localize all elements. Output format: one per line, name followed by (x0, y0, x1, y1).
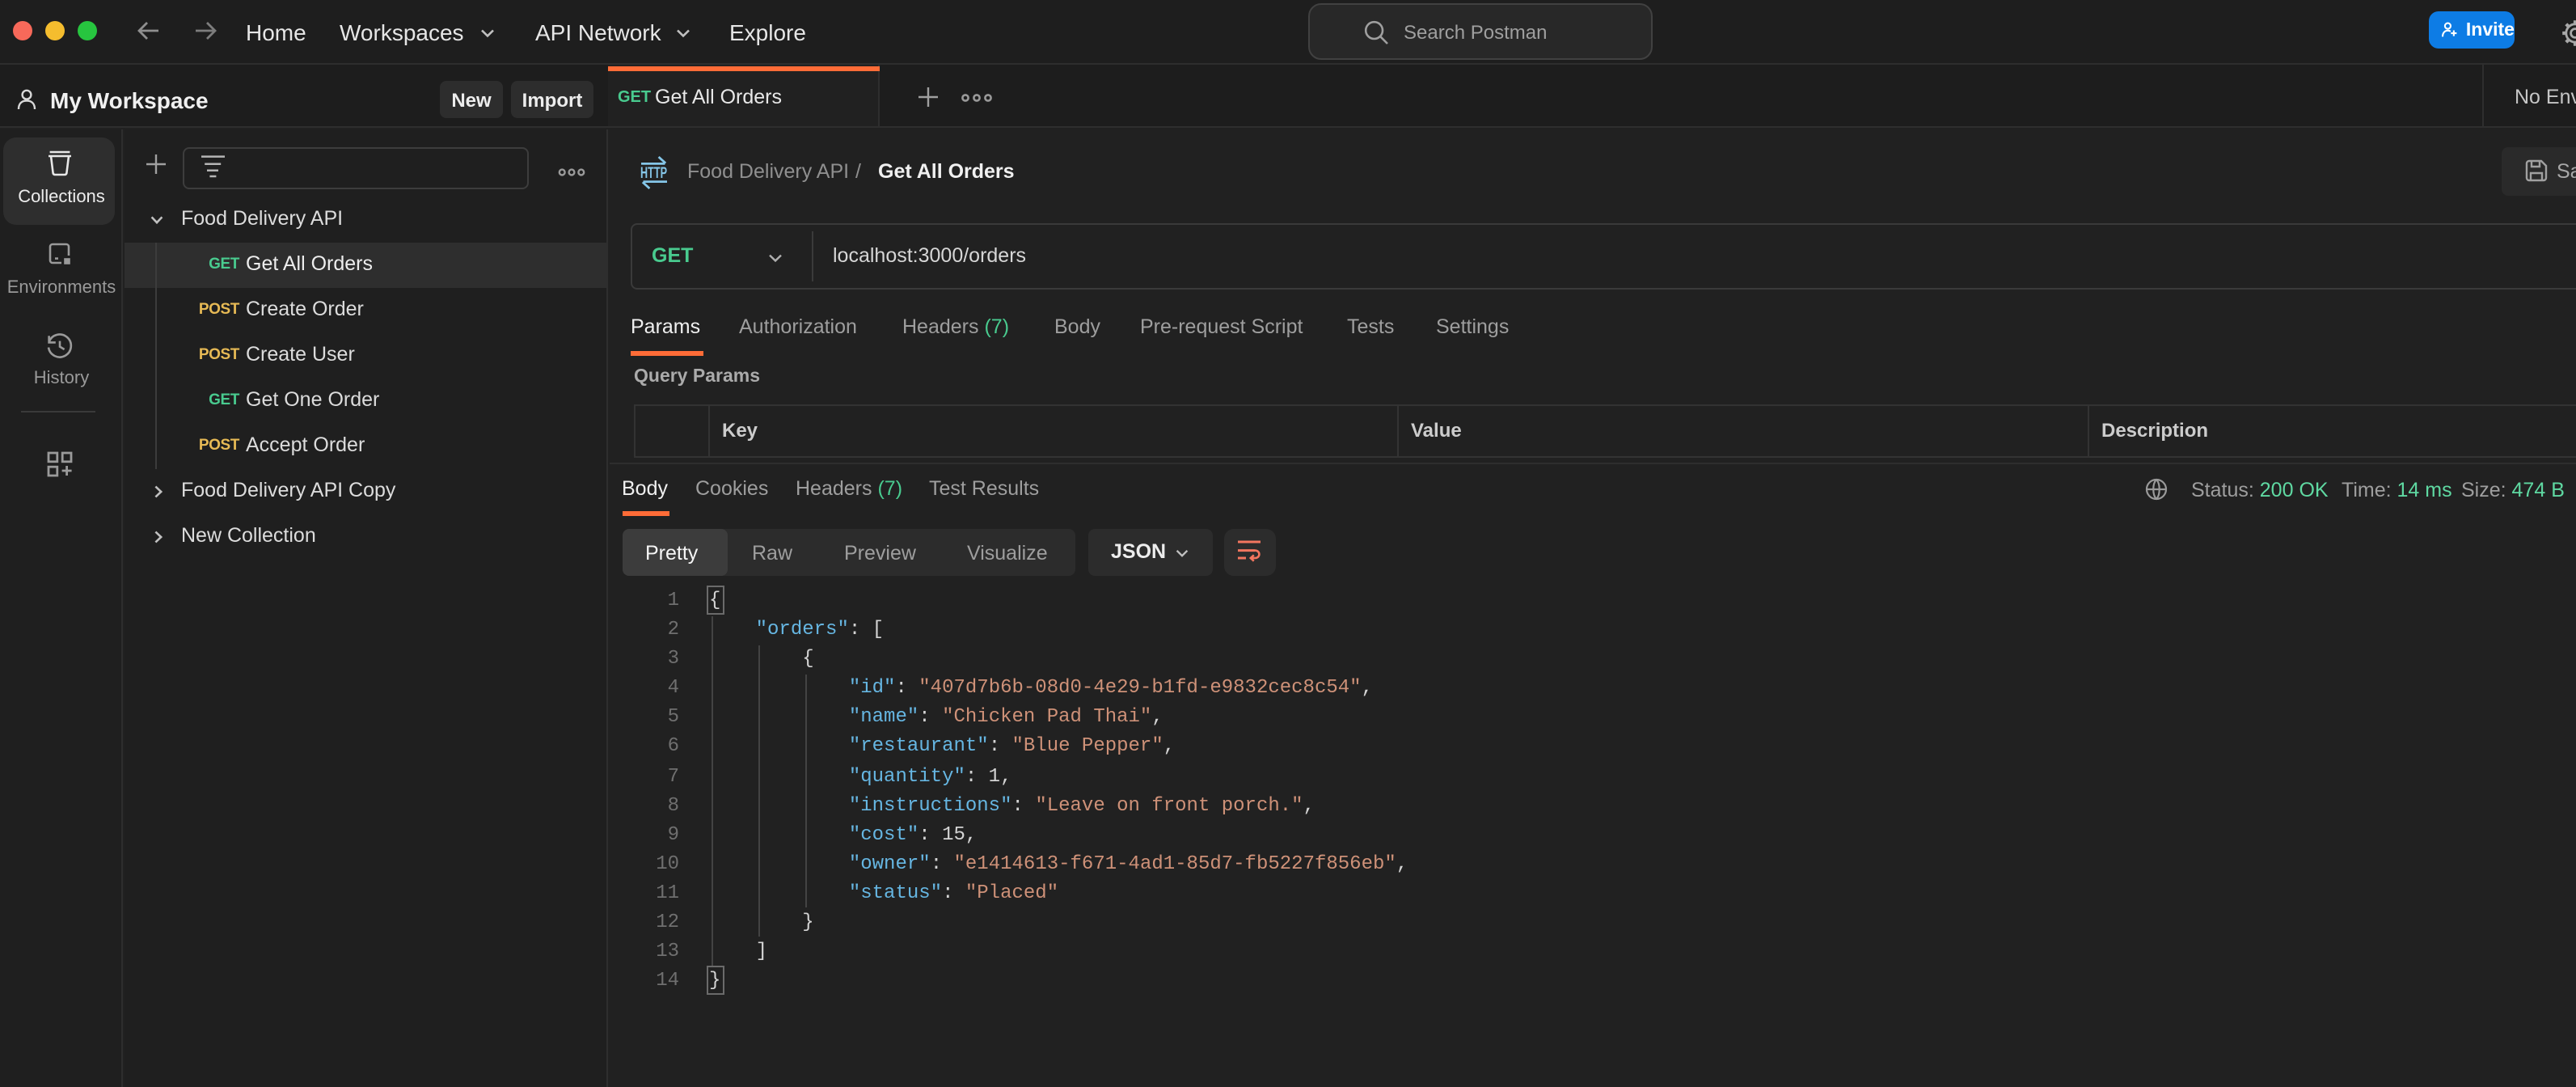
svg-text:HTTP: HTTP (640, 165, 666, 182)
